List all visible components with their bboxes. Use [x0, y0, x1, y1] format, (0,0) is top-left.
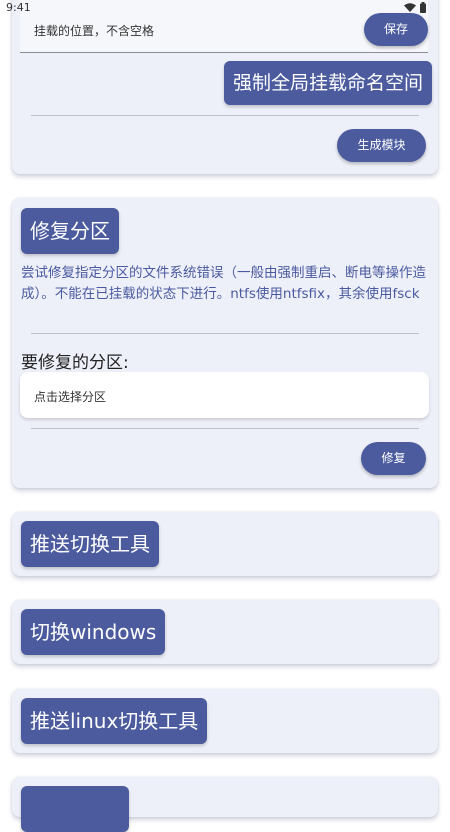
- divider: [31, 115, 419, 116]
- push-switch-tool-card[interactable]: 推送切换工具: [12, 512, 438, 576]
- status-bar: 9:41: [0, 0, 450, 16]
- repair-partition-card: 修复分区 尝试修复指定分区的文件系统错误（一般由强制重启、断电等操作造成）。不能…: [12, 198, 438, 488]
- force-global-mount-namespace-button[interactable]: 强制全局挂载命名空间: [224, 61, 433, 105]
- save-button[interactable]: 保存: [364, 13, 428, 46]
- mount-card: 挂载的位置，不含空格 保存 强制全局挂载命名空间 生成模块: [12, 0, 438, 174]
- card-title: 修复分区: [21, 208, 119, 254]
- card-title: 推送切换工具: [21, 521, 159, 567]
- mount-path-placeholder: 挂载的位置，不含空格: [34, 24, 155, 38]
- status-time: 9:41: [6, 1, 31, 14]
- push-linux-switch-tool-card[interactable]: 推送linux切换工具: [12, 689, 438, 753]
- wifi-icon: [404, 2, 416, 12]
- card-title-chip: [21, 786, 129, 832]
- divider: [31, 428, 419, 429]
- repair-button[interactable]: 修复: [361, 442, 426, 475]
- switch-windows-card[interactable]: 切换windows: [12, 600, 438, 664]
- repair-description: 尝试修复指定分区的文件系统错误（一般由强制重启、断电等操作造成）。不能在已挂载的…: [21, 265, 426, 302]
- generate-module-button[interactable]: 生成模块: [337, 129, 426, 162]
- card-title: 推送linux切换工具: [21, 698, 208, 744]
- partition-select[interactable]: 点击选择分区: [20, 372, 429, 418]
- divider: [31, 333, 419, 334]
- partition-select-placeholder: 点击选择分区: [34, 390, 107, 404]
- partition-label: 要修复的分区:: [21, 353, 129, 373]
- next-card[interactable]: [12, 777, 438, 832]
- card-title: 切换windows: [21, 609, 166, 655]
- status-icons: [404, 2, 426, 13]
- battery-icon: [420, 2, 426, 13]
